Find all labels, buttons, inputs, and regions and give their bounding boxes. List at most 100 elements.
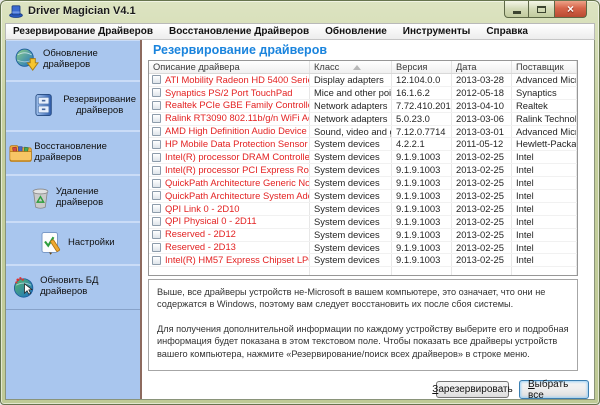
driver-version: 7.12.0.7714 bbox=[392, 126, 452, 138]
row-checkbox[interactable] bbox=[152, 204, 161, 213]
table-row[interactable]: HP Mobile Data Protection Sensor System … bbox=[149, 138, 577, 151]
table-row[interactable]: Synaptics PS/2 Port TouchPad Mice and ot… bbox=[149, 87, 577, 100]
row-checkbox[interactable] bbox=[152, 75, 161, 84]
driver-description: Reserved - 2D13 bbox=[165, 242, 236, 254]
sidebar-item-label: Обновить БД драйверов bbox=[40, 276, 140, 298]
title-bar[interactable]: Driver Magician V4.1 × bbox=[1, 1, 599, 23]
row-checkbox[interactable] bbox=[152, 179, 161, 188]
sidebar-item-update-driver-db[interactable]: Обновить БД драйверов bbox=[6, 265, 140, 310]
driver-class: System devices bbox=[310, 177, 392, 189]
screenshot: Driver Magician V4.1 × Резервирование Др… bbox=[0, 0, 600, 405]
table-row[interactable]: AMD High Definition Audio Device Sound, … bbox=[149, 126, 577, 139]
driver-description: Ralink RT3090 802.11b/g/n WiFi Adapter bbox=[165, 113, 310, 125]
driver-version: 9.1.9.1003 bbox=[392, 229, 452, 241]
driver-version: 9.1.9.1003 bbox=[392, 254, 452, 266]
driver-date: 2012-05-18 bbox=[452, 87, 512, 99]
file-cabinet-icon bbox=[34, 93, 53, 118]
menu-update[interactable]: Обновление bbox=[325, 26, 387, 37]
row-checkbox[interactable] bbox=[152, 127, 161, 136]
column-header-description[interactable]: Описание драйвера bbox=[149, 61, 310, 73]
maximize-button[interactable] bbox=[529, 1, 554, 18]
row-checkbox[interactable] bbox=[152, 191, 161, 200]
row-checkbox[interactable] bbox=[152, 217, 161, 226]
sidebar-item-restore-drivers[interactable]: Восстановление драйверов bbox=[6, 131, 140, 175]
maximize-icon bbox=[537, 6, 546, 13]
column-header-version[interactable]: Версия bbox=[392, 61, 452, 73]
driver-description: HP Mobile Data Protection Sensor bbox=[165, 138, 308, 150]
driver-class: Mice and other poin... bbox=[310, 87, 392, 99]
sidebar-item-label: Настройки bbox=[68, 238, 115, 249]
driver-version: 5.0.23.0 bbox=[392, 113, 452, 125]
sidebar-item-settings[interactable]: Настройки bbox=[6, 222, 140, 265]
driver-date: 2013-04-10 bbox=[452, 100, 512, 112]
sidebar-item-label: Удаление драйверов bbox=[56, 187, 140, 209]
row-checkbox[interactable] bbox=[152, 243, 161, 252]
driver-date: 2013-03-01 bbox=[452, 126, 512, 138]
table-row[interactable]: Ralink RT3090 802.11b/g/n WiFi Adapter N… bbox=[149, 113, 577, 126]
driver-class: System devices bbox=[310, 242, 392, 254]
driver-info-textbox[interactable]: Выше, все драйверы устройств не-Microsof… bbox=[148, 279, 578, 371]
driver-description: AMD High Definition Audio Device bbox=[165, 126, 307, 138]
magician-hat-icon[interactable] bbox=[9, 5, 23, 18]
close-icon: × bbox=[567, 3, 574, 15]
client-area: Обновление драйверов Резервирование драй… bbox=[5, 40, 595, 400]
driver-date: 2013-03-28 bbox=[452, 74, 512, 86]
sidebar-item-update-drivers[interactable]: Обновление драйверов bbox=[6, 40, 140, 81]
driver-version: 9.1.9.1003 bbox=[392, 203, 452, 215]
driver-vendor: Synaptics bbox=[512, 87, 577, 99]
column-header-date[interactable]: Дата bbox=[452, 61, 512, 73]
driver-class: System devices bbox=[310, 164, 392, 176]
table-row[interactable]: QuickPath Architecture System Address ..… bbox=[149, 190, 577, 203]
table-row[interactable]: ATI Mobility Radeon HD 5400 Series Displ… bbox=[149, 74, 577, 87]
row-checkbox[interactable] bbox=[152, 230, 161, 239]
checklist-pencil-icon bbox=[40, 231, 63, 255]
sidebar: Обновление драйверов Резервирование драй… bbox=[6, 40, 142, 399]
driver-description: Intel(R) processor DRAM Controller - 004… bbox=[165, 151, 310, 163]
column-header-vendor[interactable]: Поставщик bbox=[512, 61, 577, 73]
row-checkbox[interactable] bbox=[152, 101, 161, 110]
recycle-bin-icon bbox=[30, 186, 51, 211]
table-row[interactable]: Reserved - 2D12 System devices 9.1.9.100… bbox=[149, 229, 577, 242]
driver-date: 2013-02-25 bbox=[452, 190, 512, 202]
window-title: Driver Magician V4.1 bbox=[28, 5, 136, 17]
driver-class: System devices bbox=[310, 254, 392, 266]
driver-date: 2013-02-25 bbox=[452, 203, 512, 215]
driver-table-header: Описание драйвера Класс Версия Дата Пост… bbox=[149, 61, 577, 74]
row-checkbox[interactable] bbox=[152, 256, 161, 265]
menu-help[interactable]: Справка bbox=[486, 26, 528, 37]
table-row[interactable]: Intel(R) HM57 Express Chipset LPC Interf… bbox=[149, 254, 577, 267]
row-checkbox[interactable] bbox=[152, 88, 161, 97]
menu-tools[interactable]: Инструменты bbox=[403, 26, 471, 37]
menu-bar: Резервирование Драйверов Восстановление … bbox=[5, 23, 595, 40]
driver-vendor: Intel bbox=[512, 229, 577, 241]
close-button[interactable]: × bbox=[554, 1, 587, 18]
main-content: Резервирование драйверов Описание драйве… bbox=[144, 40, 594, 399]
row-checkbox[interactable] bbox=[152, 153, 161, 162]
row-checkbox[interactable] bbox=[152, 114, 161, 123]
select-all-button[interactable]: Выбрать все bbox=[519, 380, 589, 399]
row-checkbox[interactable] bbox=[152, 166, 161, 175]
driver-version: 9.1.9.1003 bbox=[392, 177, 452, 189]
driver-class: System devices bbox=[310, 216, 392, 228]
table-row[interactable]: Intel(R) processor DRAM Controller - 004… bbox=[149, 151, 577, 164]
driver-vendor: Intel bbox=[512, 164, 577, 176]
menu-restore-drivers[interactable]: Восстановление Драйверов bbox=[169, 26, 309, 37]
driver-version: 9.1.9.1003 bbox=[392, 216, 452, 228]
folder-restore-icon bbox=[9, 141, 32, 164]
minimize-button[interactable] bbox=[504, 1, 529, 18]
sidebar-item-uninstall-drivers[interactable]: Удаление драйверов bbox=[6, 175, 140, 222]
menu-backup-drivers[interactable]: Резервирование Драйверов bbox=[13, 26, 153, 37]
table-row[interactable]: QPI Physical 0 - 2D11 System devices 9.1… bbox=[149, 216, 577, 229]
driver-class: System devices bbox=[310, 203, 392, 215]
column-header-class[interactable]: Класс bbox=[310, 61, 392, 73]
sidebar-item-backup-drivers[interactable]: Резервирование драйверов bbox=[6, 81, 140, 131]
table-row[interactable]: QuickPath Architecture Generic Non-core.… bbox=[149, 177, 577, 190]
driver-version: 9.1.9.1003 bbox=[392, 242, 452, 254]
backup-button[interactable]: Зарезервировать bbox=[436, 381, 509, 398]
table-row[interactable]: Reserved - 2D13 System devices 9.1.9.100… bbox=[149, 242, 577, 255]
table-row[interactable]: QPI Link 0 - 2D10 System devices 9.1.9.1… bbox=[149, 203, 577, 216]
table-row[interactable]: Intel(R) processor PCI Express Root Port… bbox=[149, 164, 577, 177]
driver-description: Realtek PCIe GBE Family Controller bbox=[165, 100, 310, 112]
row-checkbox[interactable] bbox=[152, 140, 161, 149]
table-row[interactable]: Realtek PCIe GBE Family Controller Netwo… bbox=[149, 100, 577, 113]
